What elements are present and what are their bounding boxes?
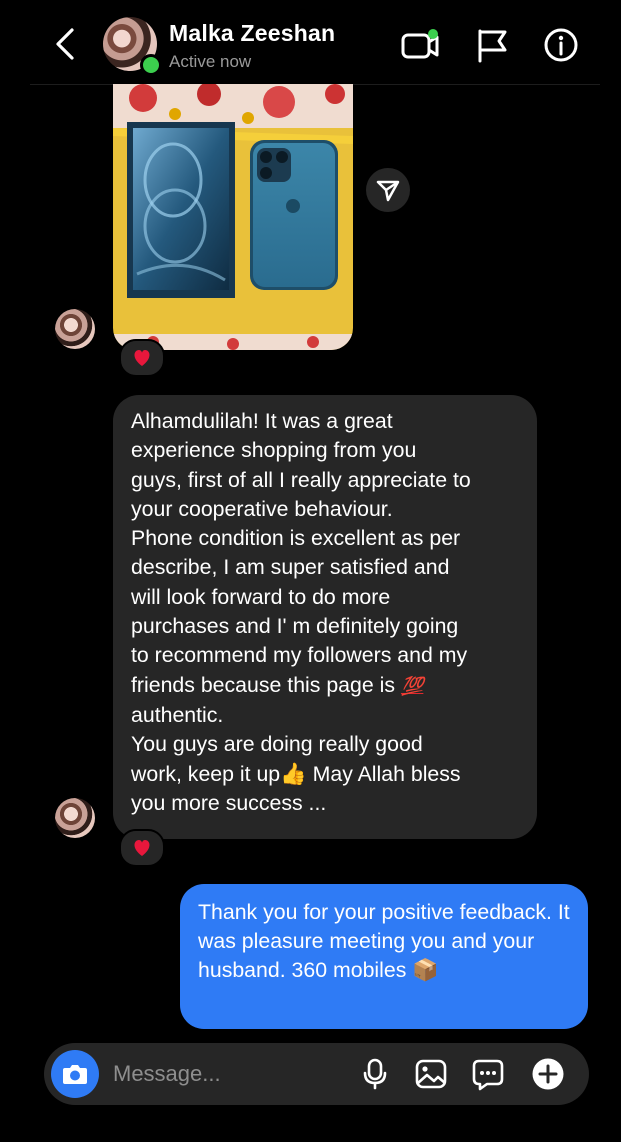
sent-message-text: Thank you for your positive feedback. It… <box>198 900 570 982</box>
sender-avatar[interactable] <box>55 798 95 838</box>
heart-icon <box>134 840 150 856</box>
microphone-icon[interactable] <box>358 1057 392 1091</box>
sent-message-bubble[interactable]: Thank you for your positive feedback. It… <box>180 884 588 1029</box>
camera-icon <box>63 1065 87 1084</box>
share-button[interactable] <box>366 168 410 212</box>
received-message-bubble[interactable]: Alhamdulilah! It was a great experience … <box>113 395 537 839</box>
message-composer: Message... <box>44 1043 589 1105</box>
message-input[interactable]: Message... <box>113 1061 221 1087</box>
camera-button[interactable] <box>51 1050 99 1098</box>
received-message-text: Alhamdulilah! It was a great experience … <box>131 409 471 815</box>
hundred-points-emoji: 💯 <box>400 675 424 696</box>
chat-header: Malka Zeeshan Active now <box>0 0 621 84</box>
photo-message[interactable] <box>113 84 353 350</box>
sticker-icon[interactable] <box>471 1057 505 1091</box>
photo-reaction[interactable] <box>119 339 165 377</box>
heart-icon <box>134 350 150 366</box>
chevron-left-icon[interactable] <box>50 26 82 62</box>
contact-name[interactable]: Malka Zeeshan <box>169 20 335 47</box>
flag-icon[interactable] <box>472 27 512 63</box>
iphone-photo <box>113 84 353 350</box>
thumbs-up-emoji: 👍 <box>280 761 307 786</box>
plus-icon[interactable] <box>531 1057 565 1091</box>
package-emoji: 📦 <box>412 958 439 982</box>
contact-status: Active now <box>169 52 252 71</box>
info-icon[interactable] <box>541 27 581 63</box>
image-icon[interactable] <box>414 1057 448 1091</box>
send-arrow-icon <box>376 180 400 202</box>
online-indicator <box>140 54 162 76</box>
message-reaction[interactable] <box>119 829 165 867</box>
sender-avatar[interactable] <box>55 309 95 349</box>
video-call-icon[interactable] <box>400 27 440 63</box>
